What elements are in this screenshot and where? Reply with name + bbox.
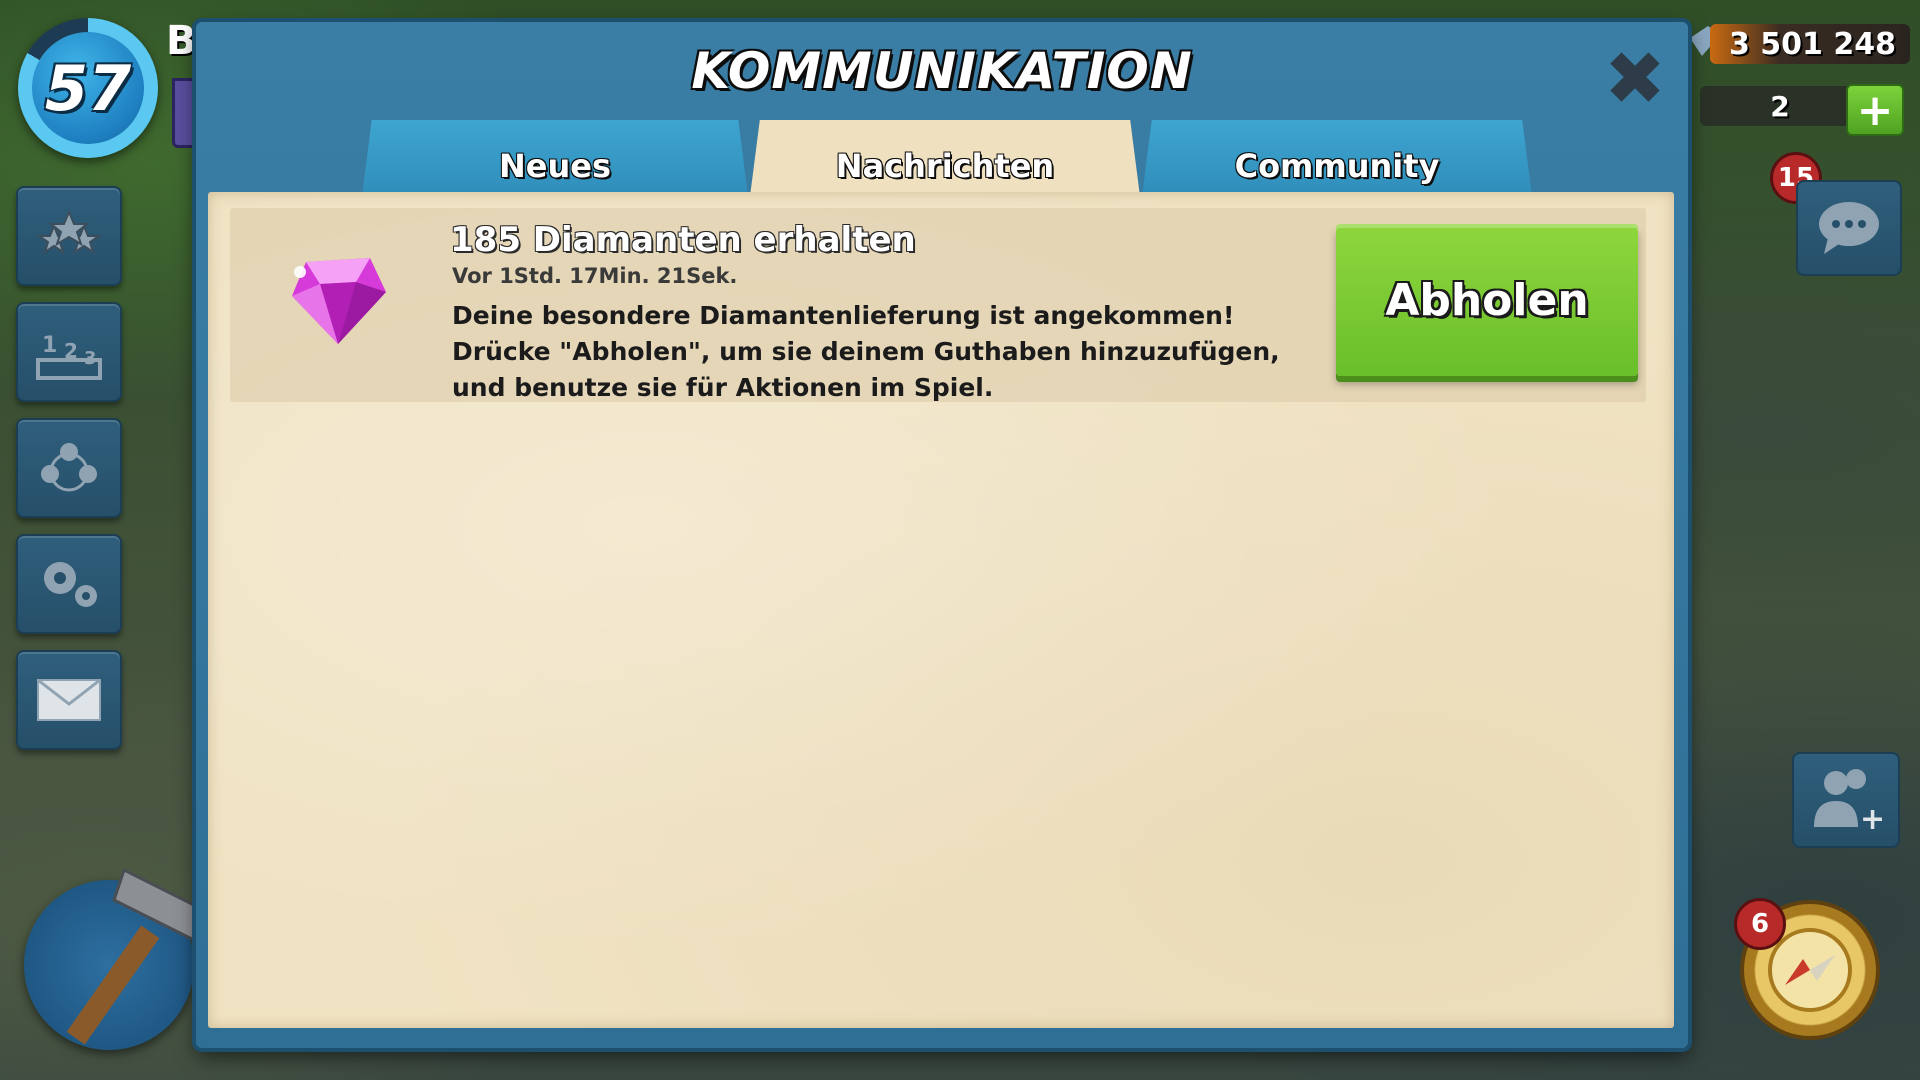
invite-friends-button[interactable]: + — [1792, 752, 1900, 848]
gem-icon — [292, 258, 386, 344]
message-body-line: Deine besondere Diamantenlieferung ist a… — [452, 301, 1235, 330]
mail-button[interactable] — [16, 650, 122, 750]
leaderboard-icon: 123 — [36, 333, 102, 380]
mail-icon — [37, 678, 101, 721]
message-timestamp: Vor 1Std. 17Min. 21Sek. — [452, 264, 738, 288]
settings-button[interactable] — [16, 534, 122, 634]
player-level-number: 57 — [32, 32, 144, 144]
svg-text:1: 1 — [42, 333, 57, 358]
chat-bubble-icon — [1819, 202, 1879, 254]
build-button[interactable] — [24, 867, 206, 1050]
gold-counter: 3 501 248 — [1710, 24, 1910, 64]
dialog-title: KOMMUNIKATION — [691, 42, 1193, 100]
close-icon[interactable]: ✖ — [1600, 42, 1670, 116]
svg-text:3: 3 — [84, 348, 97, 369]
compass-count-badge: 6 — [1734, 898, 1786, 950]
messages-panel: 185 Diamanten erhalten Vor 1Std. 17Min. … — [208, 192, 1674, 1028]
buy-gems-button[interactable]: + — [1846, 84, 1904, 136]
gold-amount: 3 501 248 — [1728, 26, 1896, 62]
player-level-badge[interactable]: 57 — [18, 18, 158, 158]
message-body: Deine besondere Diamantenlieferung ist a… — [452, 298, 1322, 406]
leaderboard-button[interactable]: 123 — [16, 302, 122, 402]
message-body-line: Drücke "Abholen", um sie deinem Guthaben… — [452, 337, 1280, 366]
message-item: 185 Diamanten erhalten Vor 1Std. 17Min. … — [230, 208, 1646, 402]
message-body-line: und benutze sie für Aktionen im Spiel. — [452, 373, 994, 402]
svg-text:+: + — [1860, 802, 1885, 835]
gem-amount: 2 — [1770, 89, 1790, 123]
claim-button[interactable]: Abholen — [1336, 224, 1638, 376]
settings-icon — [44, 562, 97, 607]
task-force-icon — [41, 443, 97, 492]
communication-dialog: KOMMUNIKATION ✖ Neues Nachrichten Commun… — [196, 22, 1688, 1048]
player-name: B — [166, 18, 197, 64]
invite-friends-icon: + — [1814, 769, 1885, 835]
message-title: 185 Diamanten erhalten — [450, 220, 916, 260]
svg-text:2: 2 — [64, 339, 78, 363]
task-force-button[interactable] — [16, 418, 122, 518]
chat-button[interactable] — [1796, 180, 1902, 276]
gem-counter: 2 — [1700, 86, 1860, 126]
victory-points-button[interactable] — [16, 186, 122, 286]
star-icon — [35, 209, 103, 255]
